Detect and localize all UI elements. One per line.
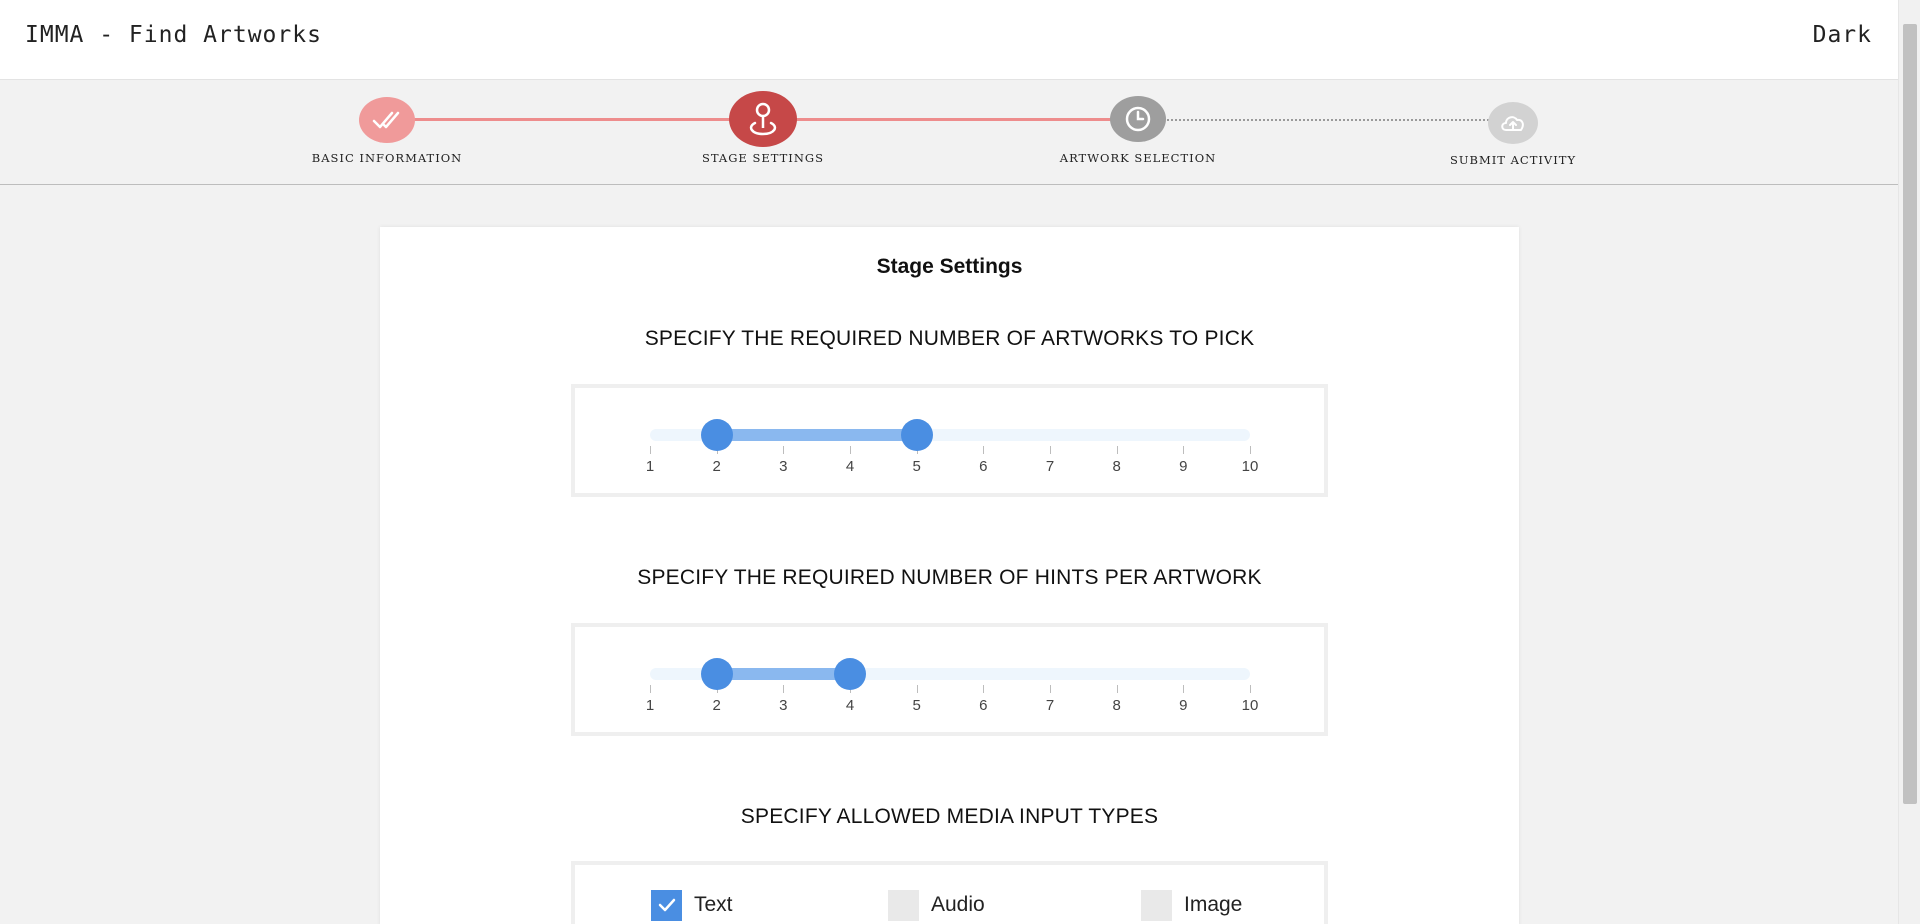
slider-handle-max[interactable]: [834, 658, 866, 690]
stepper-connector-3: [1138, 119, 1513, 121]
app-title: IMMA - Find Artworks: [25, 22, 322, 48]
slider-tick-label: 3: [779, 697, 788, 714]
slider-tick-label: 8: [1112, 697, 1121, 714]
slider-tick: [983, 446, 985, 454]
slider-tick: [1050, 446, 1051, 454]
cloud-upload-icon: [1488, 102, 1538, 144]
stepper-connector-2: [763, 118, 1138, 121]
slider-tick-label: 8: [1112, 458, 1121, 475]
slider-tick-label: 9: [1179, 697, 1188, 714]
step-label: SUBMIT ACTIVITY: [1449, 153, 1577, 167]
media-option-label: Audio: [931, 893, 985, 916]
media-option-text[interactable]: Text: [651, 889, 733, 921]
slider-tick: [650, 446, 651, 454]
slider-tick-label: 9: [1179, 458, 1188, 475]
dark-mode-toggle[interactable]: Dark: [1813, 22, 1872, 48]
scrollbar[interactable]: [1898, 0, 1920, 924]
slider-tick-label: 2: [712, 697, 721, 714]
slider-tick-label: 10: [1241, 458, 1259, 475]
audio-checkbox[interactable]: [888, 889, 919, 921]
slider-tick: [983, 685, 985, 693]
slider-tick-label: 1: [645, 458, 655, 475]
artworks-range-slider: 1 2 3 4 5 6 7 8 9 10: [571, 384, 1328, 497]
hints-range-slider: 1 2 3 4 5 6 7 8 9 10: [571, 623, 1328, 736]
slider-tick: [650, 685, 651, 693]
slider-tick-label: 3: [779, 458, 788, 475]
scrollbar-thumb[interactable]: [1903, 24, 1917, 804]
slider-handle-max[interactable]: [900, 419, 933, 451]
media-types-heading: SPECIFY ALLOWED MEDIA INPUT TYPES: [740, 805, 1159, 828]
slider-tick: [1116, 446, 1118, 454]
slider-tick: [783, 446, 785, 454]
step-label: STAGE SETTINGS: [702, 151, 824, 165]
slider-tick: [916, 685, 918, 693]
slider-tick-label: 4: [845, 697, 855, 714]
media-option-image[interactable]: Image: [1141, 889, 1242, 921]
slider-tick-label: 1: [645, 697, 655, 714]
media-option-label: Image: [1184, 893, 1243, 916]
top-bar: IMMA - Find Artworks Dark: [0, 0, 1898, 80]
slider-tick: [1250, 685, 1251, 693]
slider-tick-label: 2: [712, 458, 721, 475]
location-pin-icon: [729, 91, 797, 147]
media-option-label: Text: [694, 893, 733, 916]
slider-tick-label: 7: [1045, 458, 1055, 475]
slider-tick: [1250, 446, 1251, 454]
text-checkbox[interactable]: [651, 889, 682, 921]
step-label: ARTWORK SELECTION: [1059, 151, 1217, 165]
media-option-audio[interactable]: Audio: [888, 889, 985, 921]
slider-tick: [1050, 685, 1051, 693]
slider-tick: [850, 446, 851, 454]
slider-handle-min[interactable]: [700, 658, 733, 690]
clock-icon: [1110, 96, 1166, 142]
slider-tick: [1183, 685, 1185, 693]
double-check-icon: [359, 97, 415, 143]
slider-selected-range: [716, 668, 850, 680]
slider-handle-min[interactable]: [700, 419, 733, 451]
stage-settings-card: Stage Settings SPECIFY THE REQUIRED NUMB…: [380, 227, 1519, 924]
slider-tick-label: 5: [912, 697, 921, 714]
hints-count-heading: SPECIFY THE REQUIRED NUMBER OF HINTS PER…: [637, 566, 1262, 589]
slider-selected-range: [716, 429, 917, 441]
slider-tick-label: 6: [979, 697, 988, 714]
slider-tick-label: 4: [845, 458, 855, 475]
progress-stepper: BASIC INFORMATION STAGE SETTINGS ARTWORK…: [0, 80, 1898, 185]
card-title: Stage Settings: [876, 255, 1023, 278]
artworks-count-heading: SPECIFY THE REQUIRED NUMBER OF ARTWORKS …: [644, 327, 1255, 350]
media-types-box: Text Audio Image: [571, 861, 1328, 924]
slider-tick-label: 7: [1045, 697, 1055, 714]
step-label: BASIC INFORMATION: [311, 151, 463, 165]
image-checkbox[interactable]: [1141, 889, 1172, 921]
slider-tick-label: 5: [912, 458, 921, 475]
slider-tick-label: 6: [979, 458, 988, 475]
slider-tick: [783, 685, 785, 693]
slider-tick-label: 10: [1241, 697, 1259, 714]
stepper-connector-1: [387, 118, 763, 121]
slider-tick: [1183, 446, 1185, 454]
slider-tick: [1116, 685, 1118, 693]
